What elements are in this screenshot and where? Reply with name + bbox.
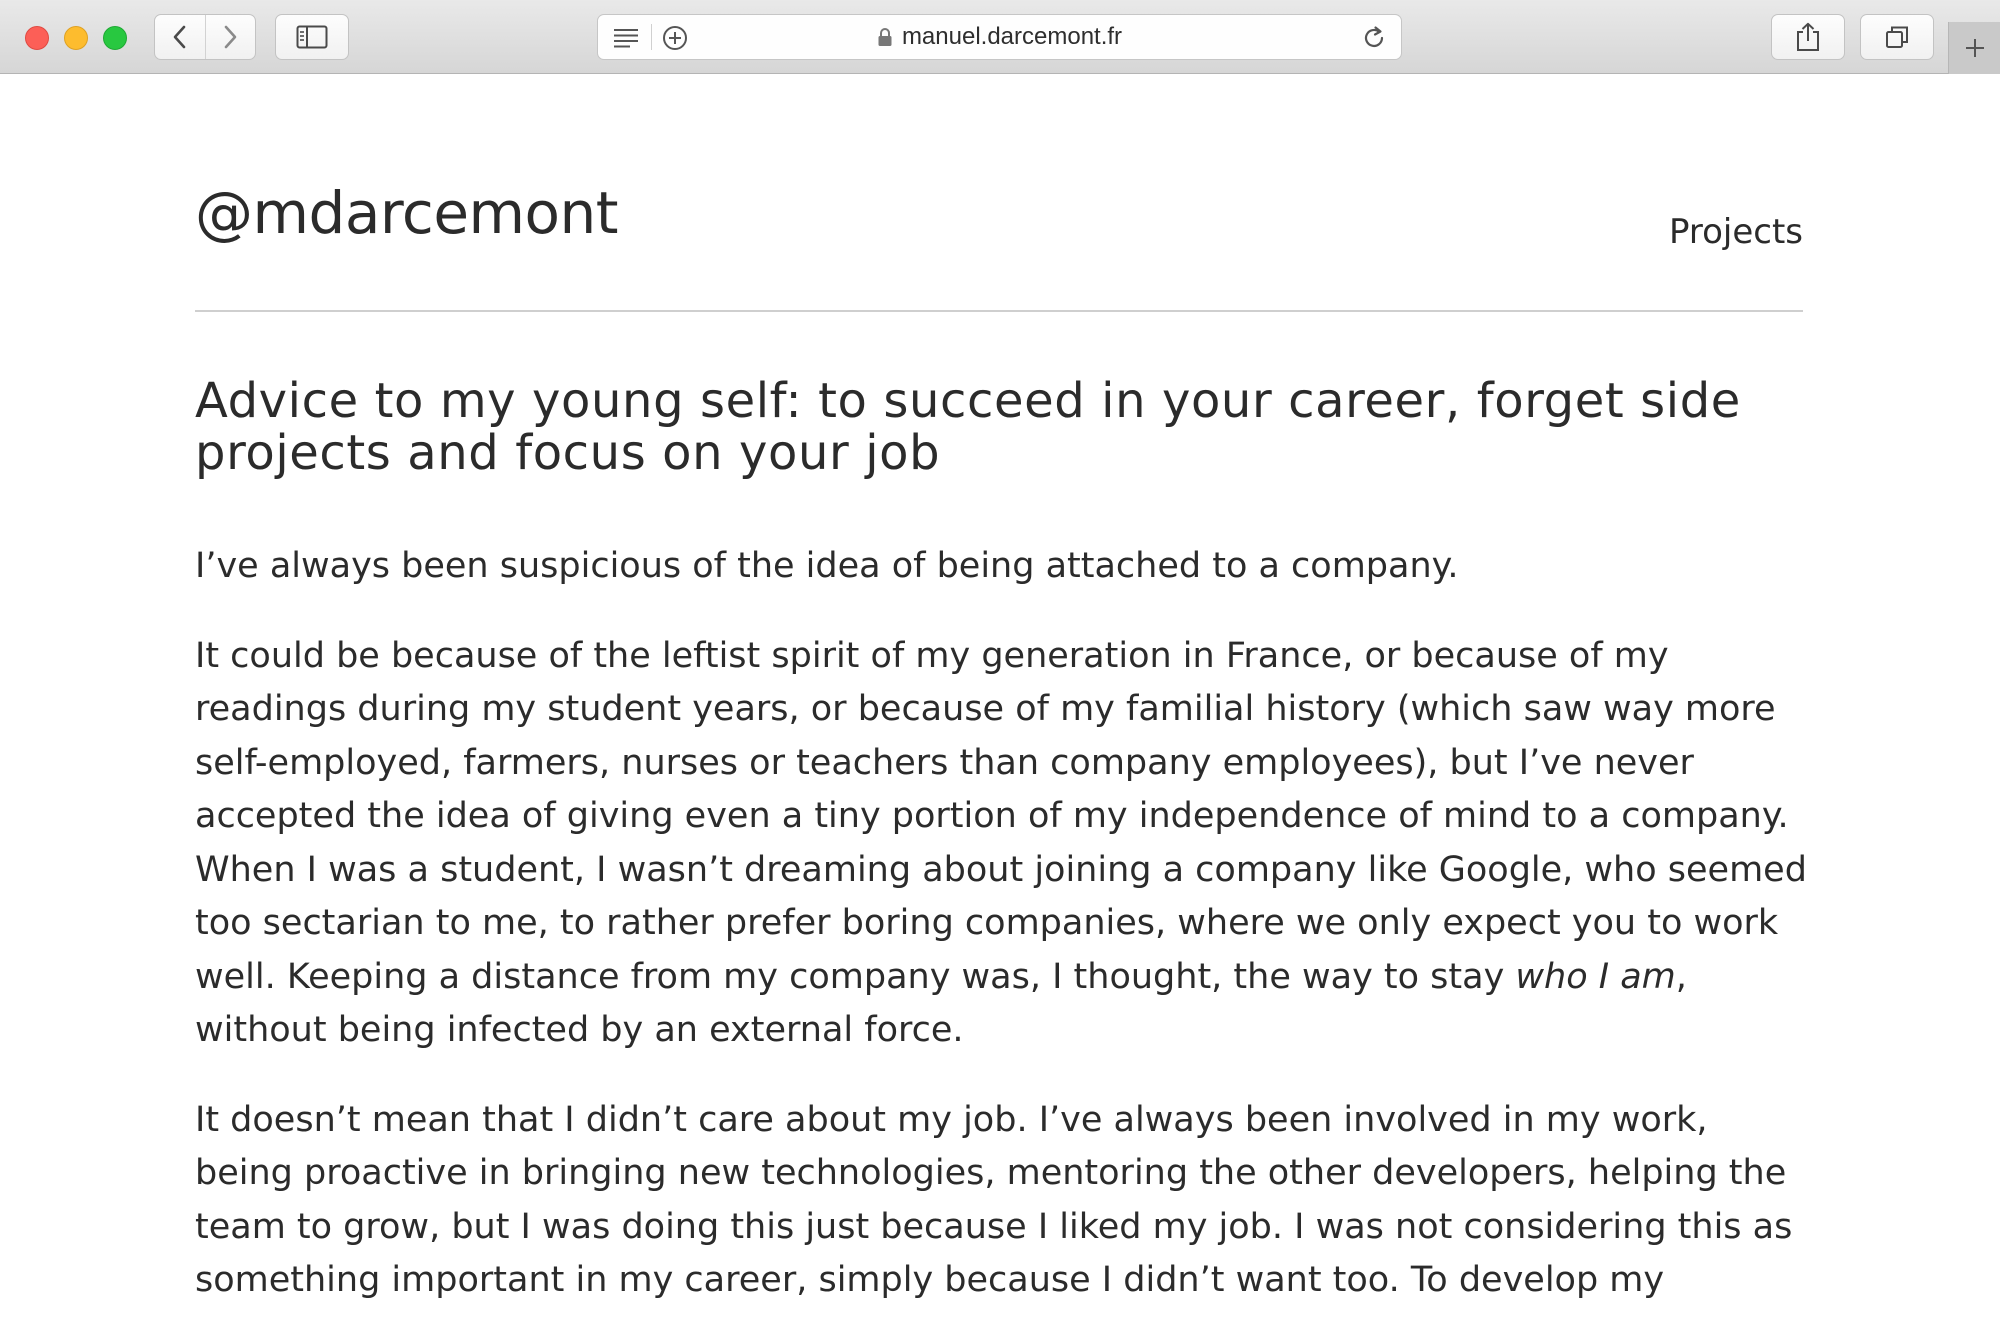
plus-icon bbox=[1965, 39, 1984, 57]
share-icon bbox=[1797, 22, 1819, 51]
article-paragraph-1: I’ve always been suspicious of the idea … bbox=[195, 546, 1459, 586]
article-paragraph-2: It could be because of the leftist spiri… bbox=[195, 630, 1815, 1058]
forward-button[interactable] bbox=[204, 15, 256, 59]
nav-link-projects[interactable]: Projects bbox=[1669, 210, 1803, 254]
add-bookmark-button[interactable] bbox=[662, 25, 688, 55]
reload-button[interactable] bbox=[1361, 25, 1387, 55]
paragraph-2-text: It could be because of the leftist spiri… bbox=[195, 635, 1807, 997]
close-window-button[interactable] bbox=[25, 26, 49, 50]
chevron-right-icon bbox=[224, 25, 237, 49]
zoom-window-button[interactable] bbox=[103, 26, 127, 50]
browser-toolbar: manuel.darcemont.fr bbox=[0, 0, 2000, 74]
site-title[interactable]: @mdarcemont bbox=[195, 178, 619, 248]
url-display: manuel.darcemont.fr bbox=[598, 15, 1401, 59]
chevron-left-icon bbox=[173, 25, 186, 49]
url-text[interactable]: manuel.darcemont.fr bbox=[902, 23, 1122, 51]
back-button[interactable] bbox=[155, 15, 205, 59]
article-title: Advice to my young self: to succeed in y… bbox=[195, 373, 1741, 481]
address-bar[interactable]: manuel.darcemont.fr bbox=[597, 14, 1402, 60]
minimize-window-button[interactable] bbox=[64, 26, 88, 50]
article-body: I’ve always been suspicious of the idea … bbox=[195, 540, 1815, 1344]
article-paragraph-3: It doesn’t mean that I didn’t care about… bbox=[195, 1099, 1793, 1301]
share-button[interactable] bbox=[1771, 14, 1845, 60]
tab-overview-button[interactable] bbox=[1860, 14, 1934, 60]
header-divider bbox=[195, 310, 1803, 312]
navigation-buttons bbox=[154, 14, 256, 60]
reader-icon bbox=[614, 29, 638, 48]
reader-view-button[interactable] bbox=[612, 26, 640, 54]
lock-icon bbox=[878, 28, 892, 46]
new-tab-button[interactable] bbox=[1948, 22, 2000, 74]
address-bar-divider bbox=[651, 24, 652, 50]
emphasis-who-i-am: who I am bbox=[1515, 956, 1676, 997]
add-circle-icon bbox=[663, 26, 687, 50]
sidebar-icon bbox=[296, 25, 328, 49]
reload-icon bbox=[1364, 26, 1384, 47]
sidebar-toggle-button[interactable] bbox=[275, 14, 349, 60]
tabs-overview-icon bbox=[1886, 26, 1908, 48]
